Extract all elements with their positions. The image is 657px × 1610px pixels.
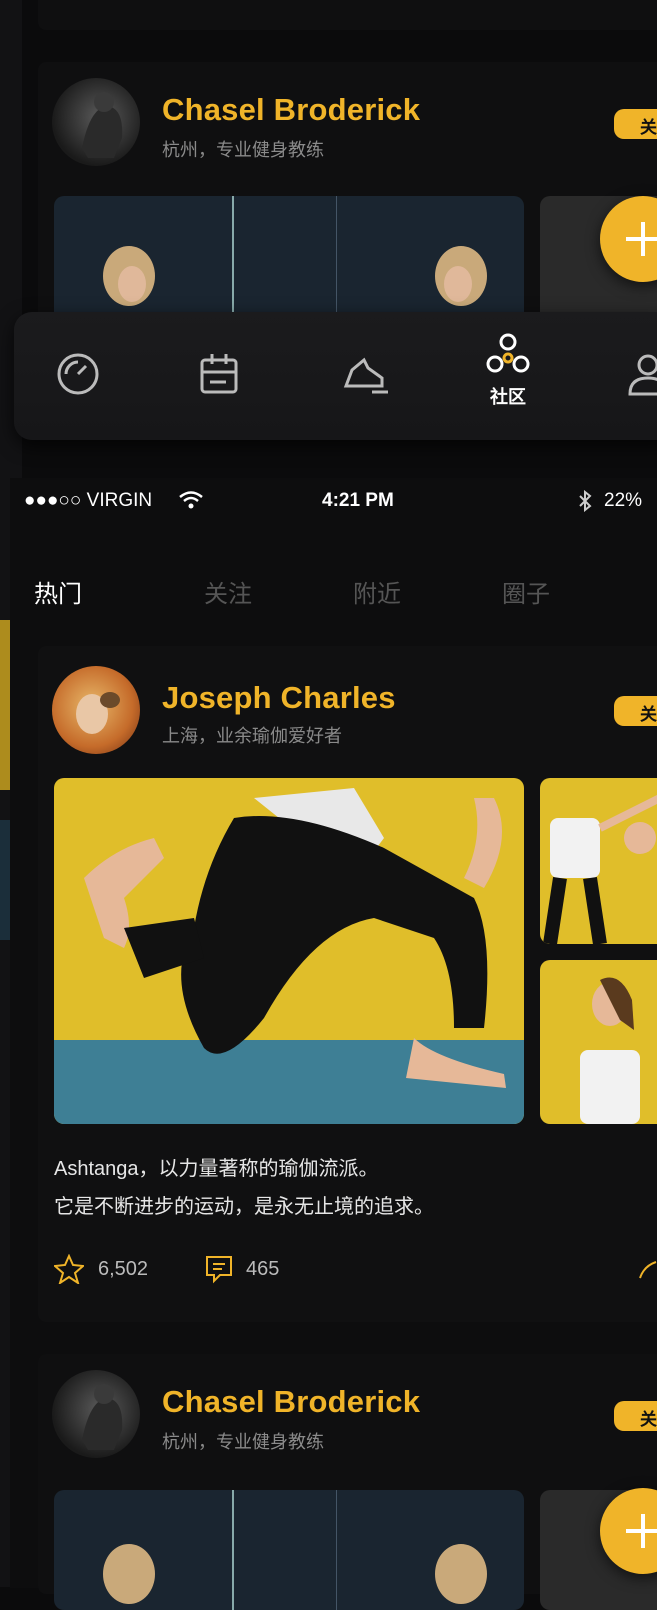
divider: [336, 196, 337, 326]
status-time: 4:21 PM: [322, 490, 394, 511]
avatar[interactable]: [52, 666, 140, 754]
top-post-card: Chasel Broderick 杭州，专业健身教练 关: [38, 62, 657, 332]
avatar-figure-icon: [82, 92, 123, 158]
divider: [232, 1490, 234, 1610]
tab-bar: 社区: [14, 312, 657, 440]
tab-item-training[interactable]: [342, 350, 390, 403]
bluetooth-icon: [579, 490, 592, 512]
avatar[interactable]: [52, 78, 140, 166]
share-icon[interactable]: [638, 1258, 657, 1282]
post-photo-main[interactable]: [54, 196, 524, 326]
post-photo-main[interactable]: [54, 1490, 524, 1610]
yoga-pose-figure: [580, 977, 640, 1124]
user-name[interactable]: Chasel Broderick: [162, 1384, 420, 1420]
shoe-icon: [343, 357, 388, 394]
user-subtitle: 上海，业余瑜伽爱好者: [162, 726, 342, 746]
status-battery: 22%: [604, 490, 643, 511]
profile-icon: [628, 354, 657, 396]
yoga-pose-figure: [543, 795, 657, 944]
follow-label: 关: [640, 118, 657, 137]
yoga-pose-figure: [84, 788, 506, 1088]
divider: [336, 1490, 337, 1610]
post-photo-main[interactable]: [54, 778, 524, 1124]
follow-button[interactable]: 关: [614, 109, 657, 139]
follow-button[interactable]: 关: [614, 696, 657, 726]
post-photo-side-top[interactable]: [540, 778, 657, 944]
divider: [232, 196, 234, 326]
follow-label: 关: [640, 705, 657, 724]
wifi-icon: [179, 491, 203, 509]
tab-item-community[interactable]: 社区: [478, 330, 538, 409]
avatar-figure-icon: [82, 1384, 123, 1450]
tab-circles[interactable]: 圈子: [502, 574, 550, 609]
avatar-face-icon: [76, 692, 120, 734]
post-caption-line2: 它是不断进步的运动，是永无止境的追求。: [54, 1196, 434, 1218]
woman-figure-icon: [103, 1544, 155, 1604]
follow-button[interactable]: 关: [614, 1401, 657, 1431]
calendar-icon: [200, 354, 238, 394]
tab-label-community: 社区: [490, 387, 526, 407]
follow-label: 关: [640, 1410, 657, 1429]
top-card-remnant: [38, 0, 657, 30]
star-count: 6,502: [98, 1258, 149, 1280]
speedometer-icon: [57, 353, 99, 395]
tab-following[interactable]: 关注: [204, 574, 252, 609]
bottom-post-card: Chasel Broderick 杭州，专业健身教练 关: [38, 1354, 657, 1610]
community-icon: [486, 333, 530, 373]
user-name[interactable]: Joseph Charles: [162, 680, 396, 716]
avatar[interactable]: [52, 1370, 140, 1458]
comment-count: 465: [246, 1258, 280, 1280]
comment-icon[interactable]: [204, 1254, 234, 1284]
status-carrier: ●●●○○ VIRGIN: [24, 490, 153, 511]
user-subtitle: 杭州，专业健身教练: [162, 140, 324, 160]
user-subtitle: 杭州，专业健身教练: [162, 1432, 324, 1452]
user-name[interactable]: Chasel Broderick: [162, 92, 420, 128]
post-card: Joseph Charles 上海，业余瑜伽爱好者 关 Ashtanga，以力量…: [38, 646, 657, 1322]
tab-item-calendar[interactable]: [196, 350, 244, 403]
post-caption-line1: Ashtanga，以力量著称的瑜伽流派。: [54, 1158, 379, 1180]
tab-item-dashboard[interactable]: [54, 350, 102, 403]
post-photo-side-bottom[interactable]: [540, 960, 657, 1124]
woman-figure-icon: [435, 1544, 487, 1604]
tab-item-profile[interactable]: [624, 350, 657, 403]
tab-nearby[interactable]: 附近: [353, 574, 401, 609]
star-icon[interactable]: [54, 1254, 84, 1284]
tab-hot[interactable]: 热门: [34, 574, 82, 609]
